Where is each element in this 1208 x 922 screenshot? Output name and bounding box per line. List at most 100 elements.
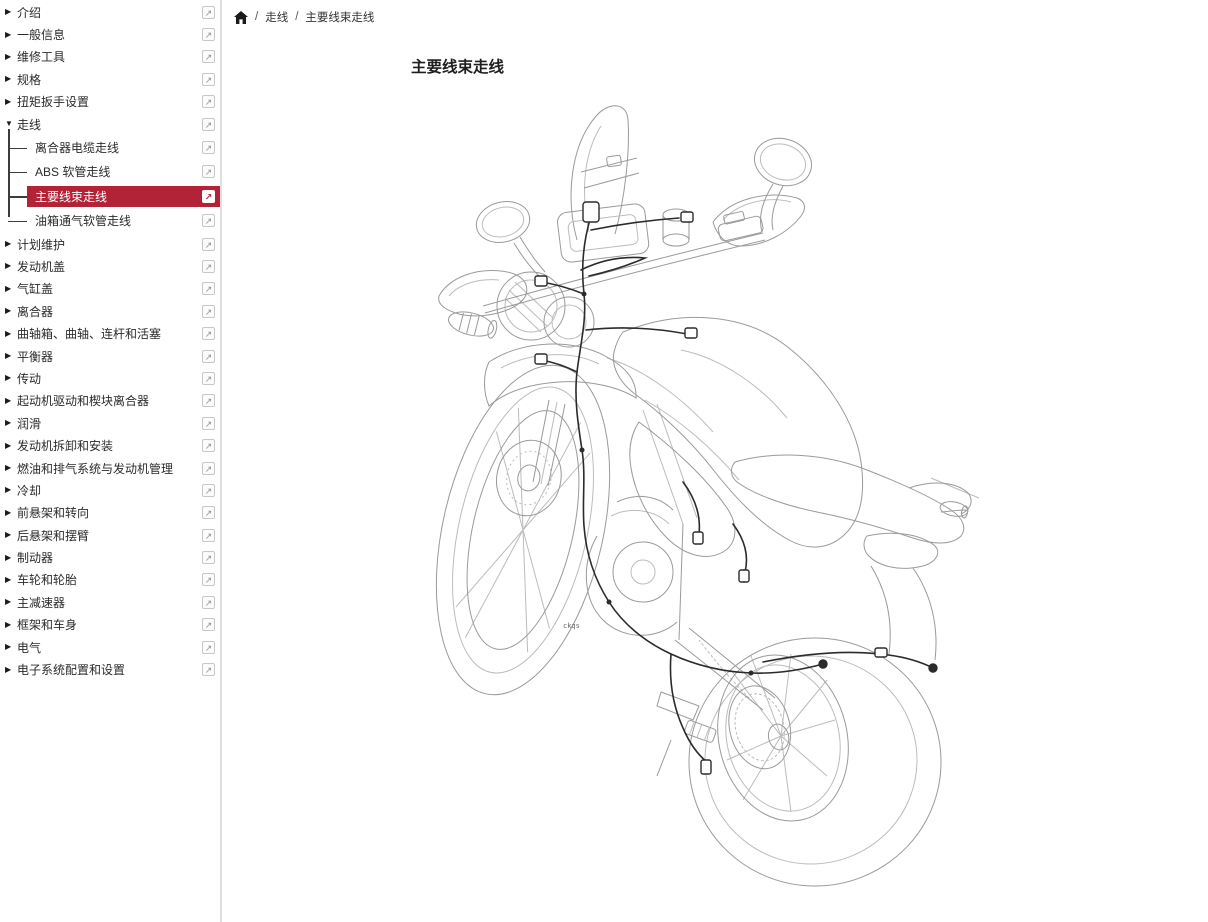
sidebar-item[interactable]: ▶电气↗ — [0, 636, 220, 658]
sidebar-item[interactable]: ▶扭矩扳手设置↗ — [0, 91, 220, 113]
sidebar-item[interactable]: ▶起动机驱动和楔块离合器↗ — [0, 390, 220, 412]
triangle-right-icon[interactable]: ▶ — [5, 31, 17, 39]
sidebar-subitem[interactable]: 离合器电缆走线 ↗ — [0, 135, 220, 159]
sidebar-item[interactable]: ▶计划维护↗ — [0, 233, 220, 255]
external-link-icon[interactable]: ↗ — [202, 73, 215, 86]
external-link-icon[interactable]: ↗ — [202, 260, 215, 273]
sidebar-item[interactable]: ▶维修工具↗ — [0, 46, 220, 68]
sidebar-item[interactable]: ▶介绍↗ — [0, 1, 220, 23]
external-link-icon[interactable]: ↗ — [202, 618, 215, 631]
triangle-right-icon[interactable]: ▶ — [5, 554, 17, 562]
sidebar-item[interactable]: ▶冷却↗ — [0, 479, 220, 501]
external-link-icon[interactable]: ↗ — [202, 394, 215, 407]
sidebar-item[interactable]: ▶一般信息↗ — [0, 23, 220, 45]
sidebar-subitem-box[interactable]: ABS 软管走线↗ — [27, 162, 220, 182]
sidebar-item[interactable]: ▶主减速器↗ — [0, 591, 220, 613]
sidebar-item[interactable]: ▶后悬架和摆臂 ↗ — [0, 524, 220, 546]
external-link-icon[interactable]: ↗ — [202, 484, 215, 497]
external-link-icon[interactable]: ↗ — [202, 238, 215, 251]
external-link-icon[interactable]: ↗ — [202, 573, 215, 586]
sidebar-subitem-selected[interactable]: 主要线束走线 ↗ — [0, 184, 220, 208]
external-link-icon[interactable]: ↗ — [202, 50, 215, 63]
external-link-icon[interactable]: ↗ — [202, 372, 215, 385]
external-link-icon[interactable]: ↗ — [202, 190, 215, 203]
triangle-right-icon[interactable]: ▶ — [5, 8, 17, 16]
triangle-right-icon[interactable]: ▶ — [5, 442, 17, 450]
external-link-icon[interactable]: ↗ — [202, 141, 215, 154]
triangle-right-icon[interactable]: ▶ — [5, 531, 17, 539]
sidebar-subitem[interactable]: ABS 软管走线↗ — [0, 160, 220, 184]
triangle-right-icon[interactable]: ▶ — [5, 419, 17, 427]
external-link-icon[interactable]: ↗ — [202, 95, 215, 108]
external-link-icon[interactable]: ↗ — [202, 439, 215, 452]
triangle-right-icon[interactable]: ▶ — [5, 262, 17, 270]
external-link-icon[interactable]: ↗ — [202, 529, 215, 542]
sidebar-item-label: 后悬架和摆臂 — [17, 527, 196, 544]
triangle-right-icon[interactable]: ▶ — [5, 486, 17, 494]
triangle-right-icon[interactable]: ▶ — [5, 509, 17, 517]
sidebar-item[interactable]: ▼走线↗ — [0, 113, 220, 135]
external-link-icon[interactable]: ↗ — [202, 596, 215, 609]
sidebar-item[interactable]: ▶润滑↗ — [0, 412, 220, 434]
external-link-icon[interactable]: ↗ — [202, 118, 215, 131]
sidebar-subitem-label: 离合器电缆走线 — [35, 139, 196, 156]
sidebar-subitem-label: 油箱通气软管走线 — [35, 212, 196, 229]
triangle-right-icon[interactable]: ▶ — [5, 240, 17, 248]
triangle-right-icon[interactable]: ▶ — [5, 330, 17, 338]
triangle-right-icon[interactable]: ▶ — [5, 666, 17, 674]
sidebar-subitem-box[interactable]: 离合器电缆走线 ↗ — [27, 137, 220, 157]
triangle-down-icon[interactable]: ▼ — [5, 120, 17, 128]
sidebar-item[interactable]: ▶曲轴箱、曲轴、连杆和活塞↗ — [0, 322, 220, 344]
tree-connector — [8, 148, 27, 150]
external-link-icon[interactable]: ↗ — [202, 462, 215, 475]
sidebar-subitem[interactable]: 油箱通气软管走线 ↗ — [0, 209, 220, 233]
sidebar-item[interactable]: ▶框架和车身↗ — [0, 614, 220, 636]
triangle-right-icon[interactable]: ▶ — [5, 53, 17, 61]
sidebar-item[interactable]: ▶制动器↗ — [0, 546, 220, 568]
sidebar-subitem-box[interactable]: 主要线束走线 ↗ — [27, 186, 220, 206]
sidebar-item[interactable]: ▶发动机盖↗ — [0, 255, 220, 277]
triangle-right-icon[interactable]: ▶ — [5, 75, 17, 83]
triangle-right-icon[interactable]: ▶ — [5, 397, 17, 405]
triangle-right-icon[interactable]: ▶ — [5, 374, 17, 382]
external-link-icon[interactable]: ↗ — [202, 417, 215, 430]
sidebar-subitem-label: 主要线束走线 — [35, 188, 196, 205]
triangle-right-icon[interactable]: ▶ — [5, 643, 17, 651]
external-link-icon[interactable]: ↗ — [202, 305, 215, 318]
triangle-right-icon[interactable]: ▶ — [5, 285, 17, 293]
sidebar-children: 离合器电缆走线↗ABS 软管走线↗主要线束走线↗油箱通气软管走线↗ — [0, 135, 220, 233]
sidebar-item[interactable]: ▶气缸盖↗ — [0, 278, 220, 300]
sidebar-subitem-box[interactable]: 油箱通气软管走线 ↗ — [27, 211, 220, 231]
external-link-icon[interactable]: ↗ — [202, 350, 215, 363]
triangle-right-icon[interactable]: ▶ — [5, 352, 17, 360]
external-link-icon[interactable]: ↗ — [202, 214, 215, 227]
sidebar-item[interactable]: ▶前悬架和转向↗ — [0, 502, 220, 524]
external-link-icon[interactable]: ↗ — [202, 28, 215, 41]
external-link-icon[interactable]: ↗ — [202, 327, 215, 340]
sidebar-item[interactable]: ▶规格↗ — [0, 68, 220, 90]
triangle-right-icon[interactable]: ▶ — [5, 307, 17, 315]
external-link-icon[interactable]: ↗ — [202, 506, 215, 519]
breadcrumb: / 走线 / 主要线束走线 — [234, 8, 374, 26]
breadcrumb-link-routing[interactable]: 走线 — [265, 9, 288, 25]
triangle-right-icon[interactable]: ▶ — [5, 598, 17, 606]
external-link-icon[interactable]: ↗ — [202, 641, 215, 654]
triangle-right-icon[interactable]: ▶ — [5, 98, 17, 106]
sidebar-item[interactable]: ▶发动机拆卸和安装↗ — [0, 434, 220, 456]
page-title: 主要线束走线 — [411, 55, 504, 77]
sidebar-item[interactable]: ▶车轮和轮胎↗ — [0, 569, 220, 591]
external-link-icon[interactable]: ↗ — [202, 282, 215, 295]
external-link-icon[interactable]: ↗ — [202, 6, 215, 19]
sidebar-item[interactable]: ▶电子系统配置和设置↗ — [0, 658, 220, 680]
external-link-icon[interactable]: ↗ — [202, 165, 215, 178]
triangle-right-icon[interactable]: ▶ — [5, 576, 17, 584]
sidebar-item[interactable]: ▶离合器↗ — [0, 300, 220, 322]
home-icon[interactable] — [234, 11, 248, 24]
sidebar-item[interactable]: ▶平衡器↗ — [0, 345, 220, 367]
external-link-icon[interactable]: ↗ — [202, 551, 215, 564]
sidebar-item[interactable]: ▶传动↗ — [0, 367, 220, 389]
external-link-icon[interactable]: ↗ — [202, 663, 215, 676]
triangle-right-icon[interactable]: ▶ — [5, 464, 17, 472]
sidebar-item[interactable]: ▶燃油和排气系统与发动机管理↗ — [0, 457, 220, 479]
triangle-right-icon[interactable]: ▶ — [5, 621, 17, 629]
